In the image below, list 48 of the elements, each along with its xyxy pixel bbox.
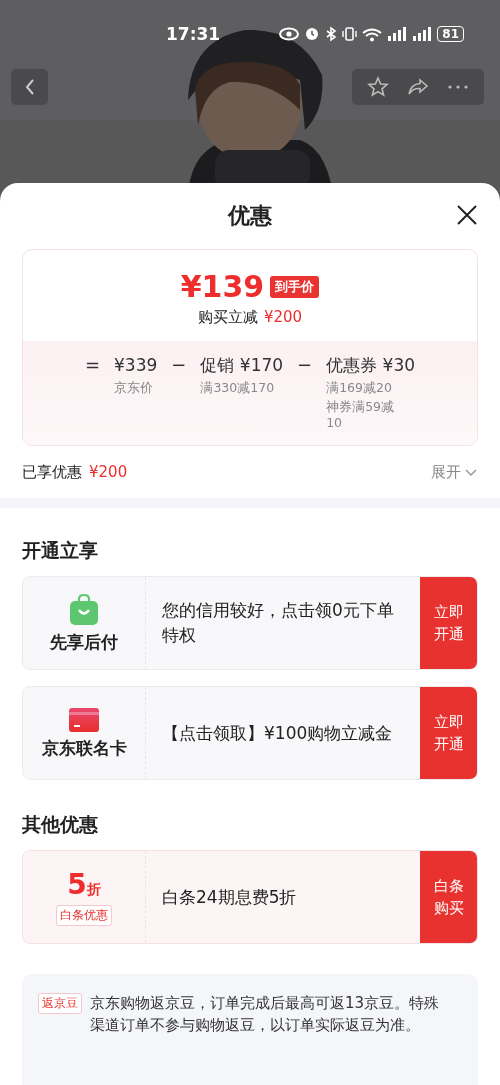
price-amount: 优惠券 ¥30 (326, 354, 416, 377)
info-text: 京东购物返京豆，订单完成后最高可返13京豆。特殊渠道订单不参与购物返豆，以订单实际返豆为准。 (90, 993, 441, 1036)
saving-label: 购买立减 (197, 308, 258, 327)
discount-value: 5折 (67, 868, 101, 901)
activate-button[interactable]: 立即开通 (420, 687, 477, 779)
activate-button[interactable]: 立即开通 (420, 577, 477, 669)
saving-amount: ¥200 (263, 308, 303, 327)
discount-amount: ¥200 (89, 462, 128, 482)
eye-icon (279, 27, 300, 41)
back-button[interactable] (11, 69, 48, 105)
close-icon (456, 204, 478, 226)
star-icon (367, 76, 389, 98)
price-note: 京东价 (114, 380, 155, 396)
expand-button[interactable]: 展开 (431, 462, 478, 482)
clock-time: 17:31 (166, 24, 221, 44)
bank-card-icon (68, 706, 100, 733)
section-title: 开通立享 (22, 538, 99, 563)
price-amount: ¥339 (114, 354, 158, 377)
offer-name: 京东联名卡 (41, 736, 127, 760)
more-icon (447, 84, 469, 90)
wifi-icon (362, 26, 383, 42)
price-amount: 促销 ¥170 (200, 354, 284, 377)
final-price: ¥139 (180, 270, 265, 304)
shopping-bag-icon (68, 592, 100, 627)
alarm-clock-icon (304, 26, 321, 42)
operator-sign: − (297, 353, 313, 377)
bean-tag: 返京豆 (38, 993, 82, 1014)
activate-button[interactable]: 白条购买 (420, 851, 477, 943)
bluetooth-icon (325, 26, 338, 42)
signal-icon (387, 26, 408, 42)
operator-sign: − (171, 353, 187, 377)
price-note: 满169减20 (326, 380, 393, 396)
sheet-title: 优惠 (228, 202, 272, 230)
discount-label: 已享优惠 (22, 462, 82, 482)
operator-sign: = (84, 353, 101, 377)
vibrate-icon (342, 26, 358, 42)
price-note: 满330减170 (200, 380, 275, 396)
battery-icon: 81 (437, 26, 464, 42)
price-tag: 到手价 (270, 276, 320, 298)
section-title: 其他优惠 (22, 812, 99, 837)
offer-text: 【点击领取】¥100购物立减金 (161, 721, 394, 745)
discount-tag: 白条优惠 (56, 905, 112, 926)
price-note: 神券满59减10 (326, 399, 396, 431)
offer-text: 您的信用较好，点击领0元下单特权 (161, 599, 395, 647)
signal-icon (412, 26, 433, 42)
offer-name: 先享后付 (50, 630, 118, 654)
offer-text: 白条24期息费5折 (161, 885, 298, 909)
close-button[interactable] (456, 204, 478, 226)
